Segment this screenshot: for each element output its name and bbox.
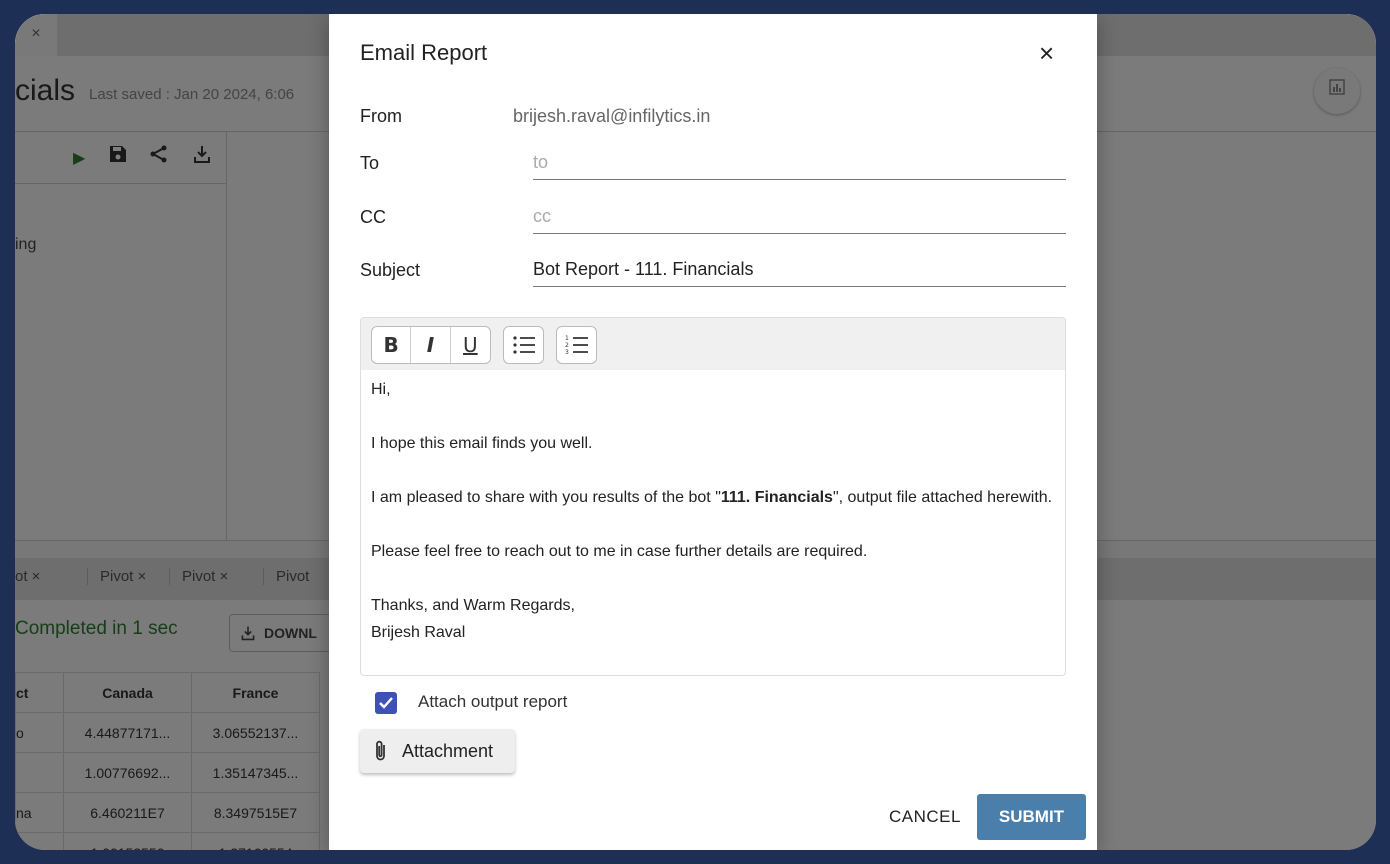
from-label: From bbox=[360, 106, 402, 126]
body-greeting: Hi, bbox=[371, 381, 391, 398]
underline-button[interactable]: U bbox=[451, 327, 490, 363]
attach-output-checkbox[interactable] bbox=[375, 692, 397, 714]
bulleted-list-icon bbox=[512, 336, 535, 354]
body-line: I hope this email finds you well. bbox=[371, 435, 593, 452]
attach-output-label: Attach output report bbox=[418, 692, 568, 711]
subject-input[interactable] bbox=[533, 253, 1066, 287]
body-line: I am pleased to share with you results o… bbox=[371, 484, 1061, 511]
cc-input[interactable] bbox=[533, 200, 1066, 234]
bulleted-list-button[interactable] bbox=[503, 326, 544, 364]
paperclip-icon bbox=[376, 740, 385, 761]
screen: × cials Last saved : Jan 20 2024, 6:06 ▶ bbox=[15, 14, 1376, 850]
bold-button[interactable]: B bbox=[372, 327, 412, 363]
device-frame: × cials Last saved : Jan 20 2024, 6:06 ▶ bbox=[0, 0, 1390, 864]
dialog-title: Email Report bbox=[360, 40, 488, 65]
body-line: Please feel free to reach out to me in c… bbox=[371, 543, 868, 560]
from-value: brijesh.raval@infilytics.in bbox=[513, 106, 711, 126]
close-icon[interactable]: × bbox=[1039, 38, 1054, 69]
cc-label: CC bbox=[360, 207, 386, 227]
body-text: ", output file attached herewith. bbox=[832, 489, 1053, 506]
submit-button[interactable]: SUBMIT bbox=[977, 794, 1086, 840]
numbered-list-button[interactable]: 123 bbox=[556, 326, 597, 364]
email-body[interactable]: Hi, I hope this email finds you well. I … bbox=[371, 376, 1061, 646]
svg-text:1: 1 bbox=[565, 335, 569, 342]
format-button-group: B I U bbox=[371, 326, 491, 364]
body-closing: Thanks, and Warm Regards, bbox=[371, 597, 575, 614]
attachment-label: Attachment bbox=[402, 740, 494, 761]
subject-label: Subject bbox=[360, 260, 421, 280]
body-text: I am pleased to share with you results o… bbox=[371, 489, 721, 506]
bot-name: 111. Financials bbox=[720, 489, 833, 506]
attachment-button[interactable]: Attachment bbox=[360, 729, 515, 773]
svg-text:2: 2 bbox=[565, 342, 569, 349]
editor-toolbar: B I U 123 bbox=[361, 318, 1065, 370]
checkmark-icon bbox=[379, 697, 393, 709]
email-report-dialog: Email Report × From brijesh.raval@infily… bbox=[329, 14, 1097, 850]
svg-text:3: 3 bbox=[565, 349, 569, 356]
to-input[interactable] bbox=[533, 146, 1066, 180]
to-label: To bbox=[360, 153, 380, 173]
cancel-button[interactable]: CANCEL bbox=[877, 794, 973, 840]
italic-button[interactable]: I bbox=[411, 327, 451, 363]
rich-text-editor: B I U 123 Hi, I hope this email finds yo… bbox=[360, 317, 1066, 676]
numbered-list-icon: 123 bbox=[565, 335, 588, 356]
body-signature: Brijesh Raval bbox=[371, 624, 466, 641]
